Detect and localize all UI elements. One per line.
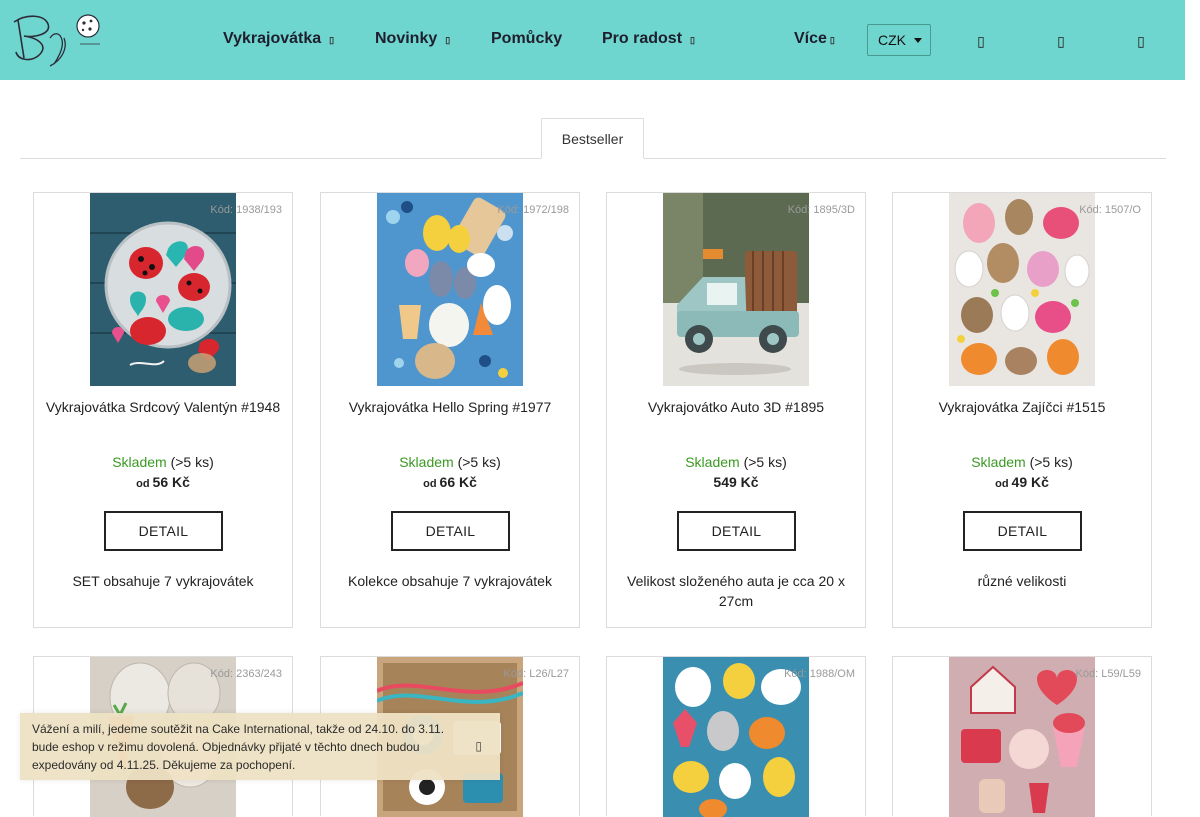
user-icon[interactable]: ▯ — [1052, 32, 1070, 50]
info-notice: Vážení a milí, jedeme soutěžit na Cake I… — [20, 713, 500, 780]
product-card: Kód: 1507/O Vykrajovátka Zajíčci #1515 S… — [892, 192, 1152, 628]
nav-label: Vykrajovátka — [223, 30, 322, 47]
detail-button[interactable]: DETAIL — [677, 511, 796, 551]
currency-select[interactable]: CZK — [867, 24, 931, 56]
stock-status: Skladem (>5 ks) — [321, 454, 579, 470]
stock-status: Skladem (>5 ks) — [893, 454, 1151, 470]
stock-status: Skladem (>5 ks) — [34, 454, 292, 470]
product-image[interactable] — [949, 657, 1095, 817]
stock-qty: (>5 ks) — [457, 454, 501, 470]
product-name[interactable]: Vykrajovátko Auto 3D #1895 — [617, 397, 855, 417]
price-prefix: od — [995, 478, 1009, 490]
site-header: Vykrajovátka ▯ Novinky ▯ Pomůcky Pro rad… — [0, 0, 1185, 80]
detail-button[interactable]: DETAIL — [963, 511, 1082, 551]
stock-label: Skladem — [685, 454, 740, 470]
stock-label: Skladem — [399, 454, 454, 470]
product-image[interactable] — [949, 193, 1095, 386]
product-image[interactable] — [663, 657, 809, 817]
product-card: Kód: 1895/3D Vykrajovátko Auto 3D #1895 … — [606, 192, 866, 628]
product-image[interactable] — [377, 193, 523, 386]
nav-item-pro-radost[interactable]: Pro radost ▯ — [602, 30, 695, 48]
product-price: 549 Kč — [607, 474, 865, 490]
product-card: Kód: 1988/OM — [606, 656, 866, 817]
nav-label: Pro radost — [602, 30, 683, 47]
price-prefix: od — [423, 478, 437, 490]
close-icon[interactable]: ▯ — [475, 737, 482, 755]
tab-bestseller[interactable]: Bestseller — [541, 118, 644, 159]
notice-text: Vážení a milí, jedeme soutěžit na Cake I… — [32, 722, 445, 772]
nav-label: Pomůcky — [491, 30, 563, 47]
detail-button[interactable]: DETAIL — [104, 511, 223, 551]
product-price: od 49 Kč — [893, 474, 1151, 490]
product-code: Kód: 1988/OM — [784, 668, 855, 680]
product-card: Kód: 1938/193 Vykrajovátka Srdcový Valen… — [33, 192, 293, 628]
product-description: různé velikosti — [977, 573, 1067, 589]
product-code: Kód: L59/L59 — [1075, 668, 1141, 680]
stock-label: Skladem — [971, 454, 1026, 470]
product-name[interactable]: Vykrajovátka Zajíčci #1515 — [903, 397, 1141, 417]
detail-button[interactable]: DETAIL — [391, 511, 510, 551]
product-code: Kód: 1895/3D — [787, 204, 855, 216]
product-description: Velikost složeného auta je cca 20 x 27cm — [627, 573, 845, 609]
product-price: od 66 Kč — [321, 474, 579, 490]
product-price: od 56 Kč — [34, 474, 292, 490]
product-image[interactable] — [90, 193, 236, 386]
nav-item-pomucky[interactable]: Pomůcky — [491, 30, 562, 48]
product-code: Kód: L26/L27 — [503, 668, 569, 680]
product-card: Kód: L59/L59 — [892, 656, 1152, 817]
price-value: 66 Kč — [439, 474, 477, 490]
nav-label: Novinky — [375, 30, 438, 47]
chevron-down-icon: ▯ — [690, 34, 695, 45]
product-code: Kód: 2363/243 — [210, 668, 282, 680]
product-description: Kolekce obsahuje 7 vykrajovátek — [348, 573, 552, 589]
chevron-down-icon: ▯ — [329, 34, 335, 45]
product-description: SET obsahuje 7 vykrajovátek — [72, 573, 254, 589]
product-name[interactable]: Vykrajovátka Hello Spring #1977 — [331, 397, 569, 417]
price-prefix: od — [136, 478, 150, 490]
stock-qty: (>5 ks) — [743, 454, 787, 470]
stock-status: Skladem (>5 ks) — [607, 454, 865, 470]
caret-down-icon — [914, 37, 922, 43]
stock-qty: (>5 ks) — [170, 454, 214, 470]
nav-item-vykrajovatka[interactable]: Vykrajovátka ▯ — [223, 30, 334, 48]
nav-label: Více — [794, 30, 827, 47]
price-value: 49 Kč — [1011, 474, 1049, 490]
price-value: 549 Kč — [713, 474, 759, 490]
chevron-down-icon: ▯ — [445, 34, 451, 45]
product-code: Kód: 1972/198 — [497, 204, 569, 216]
chevron-down-icon: ▯ — [829, 34, 835, 45]
site-logo[interactable] — [4, 8, 104, 70]
price-value: 56 Kč — [152, 474, 190, 490]
product-image[interactable] — [663, 193, 809, 386]
product-name[interactable]: Vykrajovátka Srdcový Valentýn #1948 — [44, 397, 282, 417]
cart-icon[interactable]: ▯ — [1132, 32, 1150, 50]
search-icon[interactable]: ▯ — [972, 32, 990, 50]
product-code: Kód: 1507/O — [1079, 204, 1141, 216]
nav-item-novinky[interactable]: Novinky ▯ — [375, 30, 450, 48]
product-code: Kód: 1938/193 — [210, 204, 282, 216]
stock-label: Skladem — [112, 454, 167, 470]
stock-qty: (>5 ks) — [1029, 454, 1073, 470]
currency-value: CZK — [878, 32, 906, 48]
nav-item-vice[interactable]: Více ▯ — [794, 30, 835, 48]
product-card: Kód: 1972/198 Vykrajovátka Hello Spring … — [320, 192, 580, 628]
